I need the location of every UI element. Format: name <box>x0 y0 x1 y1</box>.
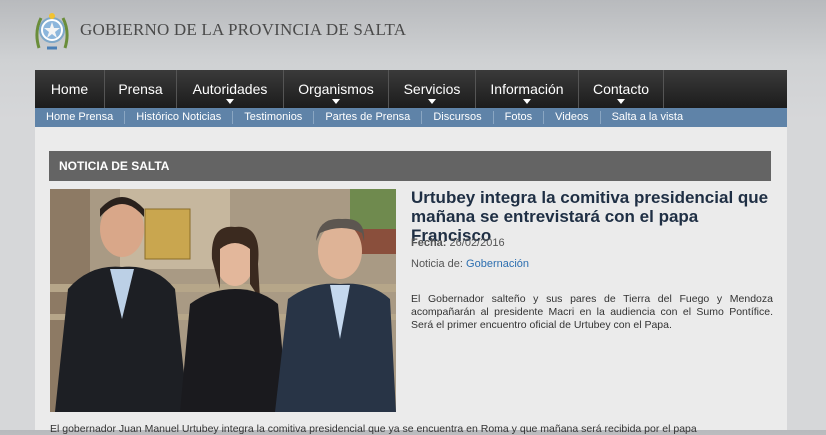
nav-label: Autoridades <box>192 81 268 97</box>
article-body: El gobernador Juan Manuel Urtubey integr… <box>50 423 697 435</box>
nav-label: Home <box>50 81 89 97</box>
subnav-videos[interactable]: Videos <box>544 111 601 124</box>
dropdown-arrow-icon <box>226 99 234 104</box>
section-title: NOTICIA DE SALTA <box>49 151 771 181</box>
main-nav: Home Prensa Autoridades Organismos Servi… <box>35 70 787 108</box>
subnav-discursos[interactable]: Discursos <box>422 111 494 124</box>
site-title[interactable]: GOBIERNO DE LA PROVINCIA DE SALTA <box>80 20 406 40</box>
date-label: Fecha: <box>411 237 447 249</box>
nav-home[interactable]: Home <box>35 70 105 108</box>
nav-contacto[interactable]: Contacto <box>579 70 664 108</box>
nav-organismos[interactable]: Organismos <box>284 70 389 108</box>
nav-label: Contacto <box>592 81 650 97</box>
article-summary: El Gobernador salteño y sus pares de Tie… <box>411 293 773 331</box>
nav-label: Prensa <box>118 81 163 97</box>
nav-servicios[interactable]: Servicios <box>389 70 476 108</box>
category-link[interactable]: Gobernación <box>466 258 529 270</box>
nav-label: Servicios <box>403 81 461 97</box>
nav-label: Información <box>490 81 564 97</box>
province-seal-icon[interactable] <box>33 8 71 54</box>
subnav-partes-de-prensa[interactable]: Partes de Prensa <box>314 111 423 124</box>
dropdown-arrow-icon <box>332 99 340 104</box>
subnav-home-prensa[interactable]: Home Prensa <box>35 111 126 124</box>
sub-nav: Home Prensa Histórico Noticias Testimoni… <box>35 108 787 127</box>
subnav-testimonios[interactable]: Testimonios <box>233 111 315 124</box>
nav-informacion[interactable]: Información <box>476 70 579 108</box>
dropdown-arrow-icon <box>428 99 436 104</box>
category-label: Noticia de: <box>411 258 463 270</box>
subnav-fotos[interactable]: Fotos <box>494 111 545 124</box>
article-category: Noticia de: Gobernación <box>411 258 529 270</box>
site-header: GOBIERNO DE LA PROVINCIA DE SALTA <box>0 0 826 68</box>
date-value: 26/02/2016 <box>449 237 505 249</box>
subnav-historico-noticias[interactable]: Histórico Noticias <box>125 111 234 124</box>
nav-autoridades[interactable]: Autoridades <box>177 70 284 108</box>
article-date: Fecha: 26/02/2016 <box>411 237 505 249</box>
dropdown-arrow-icon <box>523 99 531 104</box>
article-photo <box>50 189 396 412</box>
nav-prensa[interactable]: Prensa <box>105 70 177 108</box>
nav-label: Organismos <box>298 81 374 97</box>
main-content: NOTICIA DE SALTA Urtubey integra la comi… <box>35 127 787 435</box>
subnav-salta-a-la-vista[interactable]: Salta a la vista <box>601 111 695 124</box>
dropdown-arrow-icon <box>617 99 625 104</box>
